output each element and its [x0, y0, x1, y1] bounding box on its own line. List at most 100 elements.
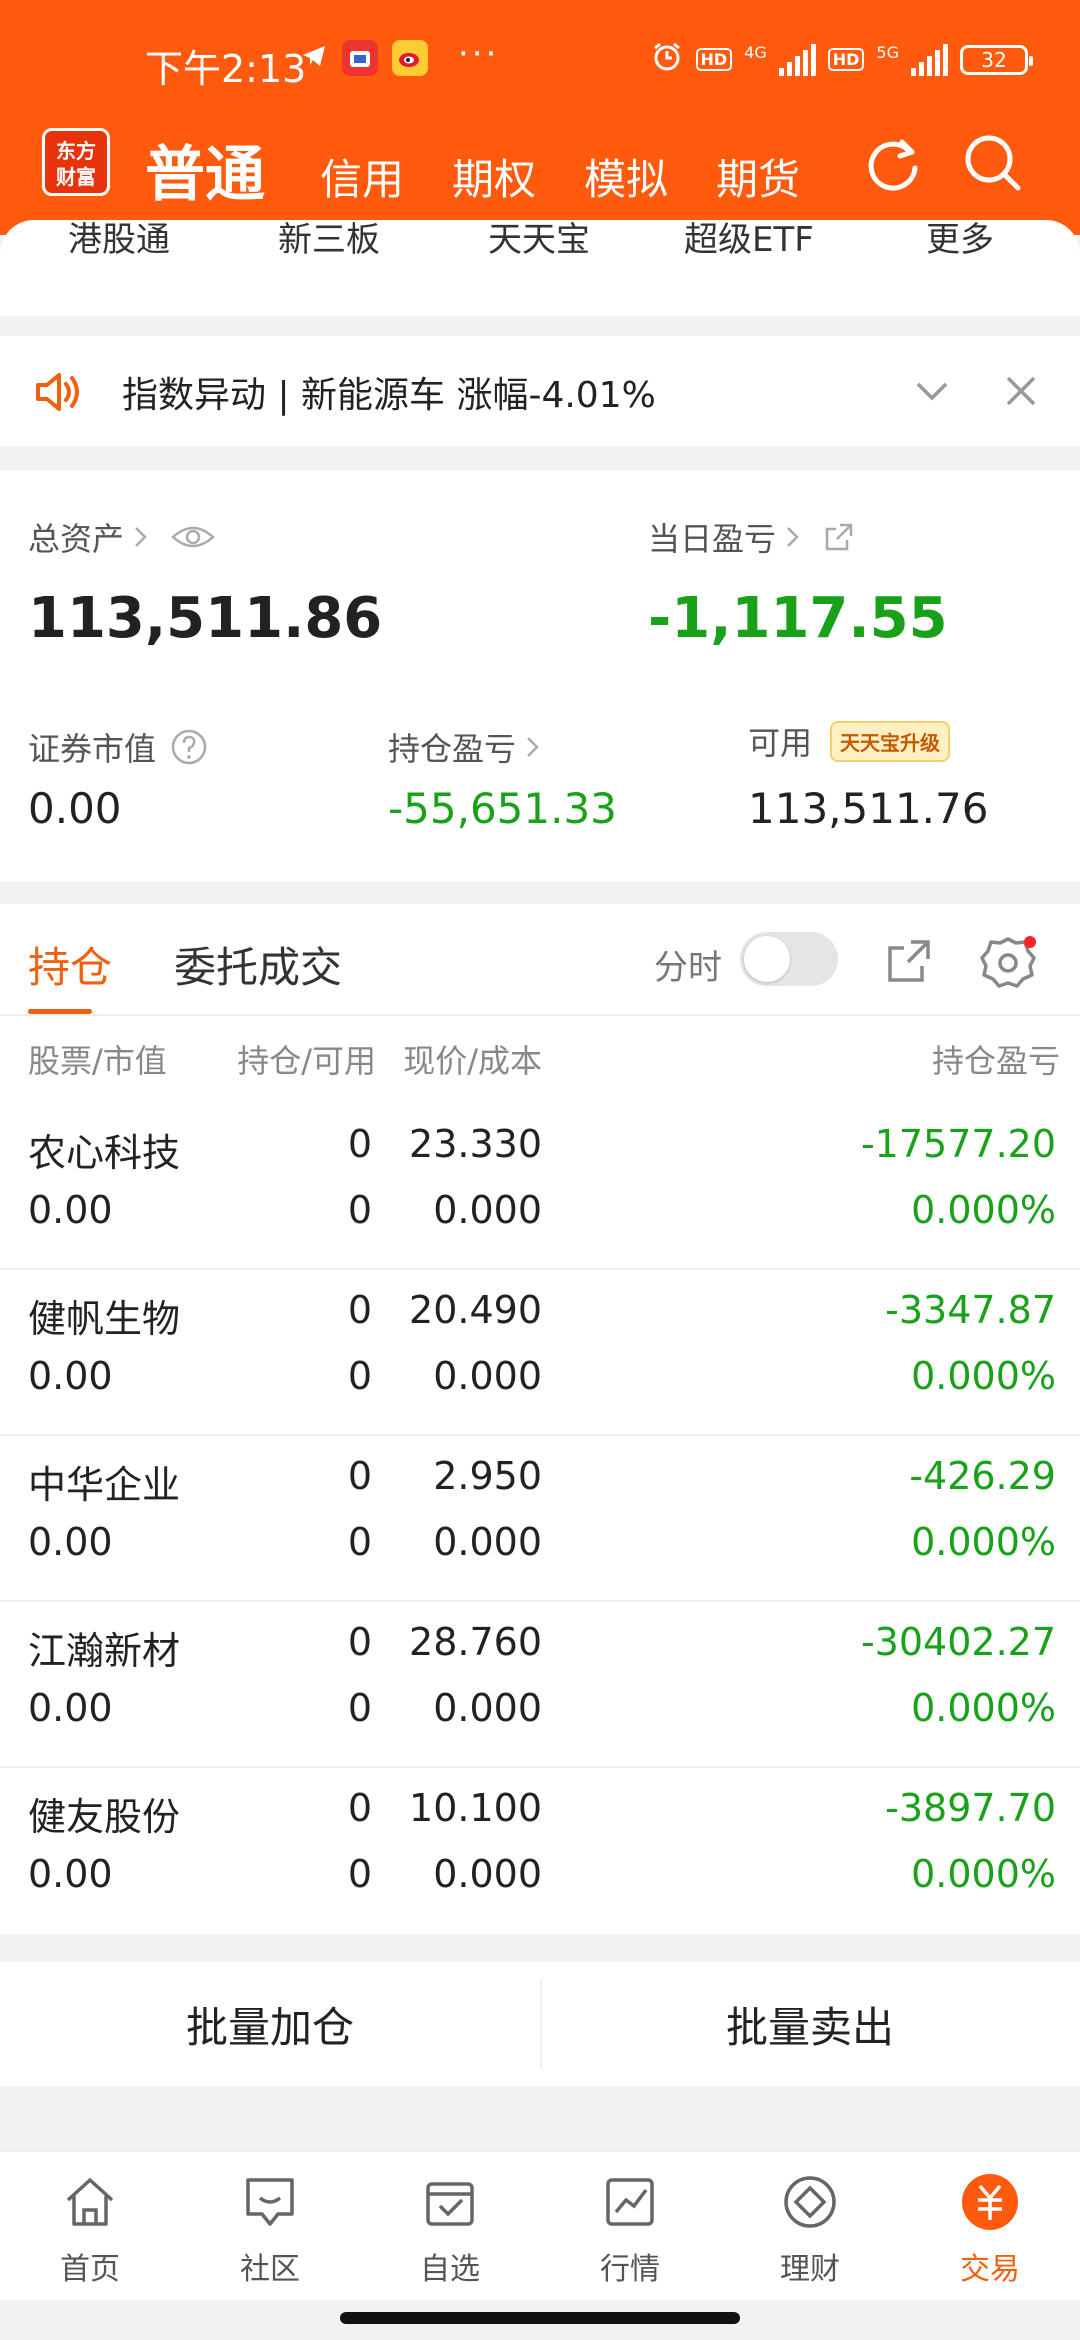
tab-simulation[interactable]: 模拟	[584, 146, 668, 207]
table-row[interactable]: 健友股份 0.00 0 0 10.100 0.000 -3897.70 0.00…	[0, 1768, 1080, 1934]
stock-market-value: 0.00	[28, 1188, 113, 1232]
nav-trade[interactable]: 交易	[900, 2172, 1080, 2292]
current-price: 23.330	[409, 1122, 542, 1166]
nav-wealth-label: 理财	[780, 2252, 840, 2287]
column-header-stock[interactable]: 股票/市值	[28, 1036, 167, 1082]
close-icon[interactable]	[1004, 374, 1038, 412]
nav-wealth[interactable]: 理财	[720, 2172, 900, 2292]
position-pl: -30402.27	[860, 1620, 1056, 1664]
nav-community[interactable]: 社区	[180, 2172, 360, 2292]
tab-options[interactable]: 期权	[452, 146, 536, 207]
available-label-text: 可用	[748, 724, 813, 762]
table-row[interactable]: 中华企业 0.00 0 0 2.950 0.000 -426.29 0.000%	[0, 1436, 1080, 1602]
tab-positions[interactable]: 持仓	[28, 934, 112, 995]
quick-links: 港股通 新三板 天天宝 超级ETF 更多	[0, 220, 1080, 260]
total-assets-label-text: 总资产	[28, 520, 125, 558]
column-header-stock-text: 股票/市值	[28, 1042, 167, 1080]
cost-price: 0.000	[433, 1852, 542, 1896]
watchlist-icon	[426, 2182, 474, 2226]
nav-home[interactable]: 首页	[0, 2172, 180, 2292]
share-icon	[825, 523, 853, 551]
refresh-icon[interactable]	[860, 130, 926, 196]
shopping-app-icon	[342, 40, 378, 76]
hold-qty: 0	[347, 1620, 372, 1664]
position-pl: -426.29	[909, 1454, 1056, 1498]
cost-price: 0.000	[433, 1354, 542, 1398]
chevron-right-icon	[135, 527, 147, 547]
cost-price: 0.000	[433, 1520, 542, 1564]
avail-qty: 0	[347, 1354, 372, 1398]
position-pl-pct: 0.000%	[911, 1852, 1056, 1896]
table-row[interactable]: 江瀚新材 0.00 0 0 28.760 0.000 -30402.27 0.0…	[0, 1602, 1080, 1768]
column-header-price[interactable]: 现价/成本	[403, 1036, 542, 1082]
avail-qty: 0	[347, 1188, 372, 1232]
network-type: 4G	[744, 43, 767, 62]
column-header-pl[interactable]: 持仓盈亏	[932, 1036, 1060, 1082]
batch-add-button[interactable]: 批量加仓	[0, 1962, 540, 2086]
nav-watchlist[interactable]: 自选	[360, 2172, 540, 2292]
logo-text-line1: 东方	[56, 139, 96, 163]
nav-market[interactable]: 行情	[540, 2172, 720, 2292]
home-indicator[interactable]	[340, 2312, 740, 2324]
column-header-hold[interactable]: 持仓/可用	[237, 1036, 376, 1082]
upgrade-badge[interactable]: 天天宝升级	[830, 720, 951, 762]
table-row[interactable]: 健帆生物 0.00 0 0 20.490 0.000 -3347.87 0.00…	[0, 1270, 1080, 1436]
holding-pl-label-text: 持仓盈亏	[388, 730, 517, 768]
stock-market-value: 0.00	[28, 1354, 113, 1398]
position-pl: -17577.20	[860, 1122, 1056, 1166]
help-icon	[171, 729, 207, 765]
settings-icon[interactable]	[980, 934, 1036, 994]
more-notifications-icon: ···	[458, 34, 500, 74]
fenshi-toggle[interactable]	[740, 932, 838, 986]
divider	[0, 1014, 1080, 1016]
status-time: 下午2:13	[145, 47, 307, 91]
bottom-nav: 首页 社区 自选 行情 理财 交易	[0, 2150, 1080, 2300]
toggle-knob	[744, 936, 790, 982]
battery-icon: 32	[960, 44, 1033, 75]
share-icon[interactable]	[884, 936, 934, 990]
search-icon[interactable]	[960, 130, 1026, 196]
daily-pl-value: -1,117.55	[648, 586, 948, 651]
current-price: 2.950	[433, 1454, 542, 1498]
cost-price: 0.000	[433, 1686, 542, 1730]
hold-qty: 0	[347, 1786, 372, 1830]
network-type-2: 5G	[876, 43, 899, 62]
quick-link-neeq[interactable]: 新三板	[278, 212, 380, 261]
tab-orders[interactable]: 委托成交	[174, 934, 342, 995]
avail-qty: 0	[347, 1520, 372, 1564]
weibo-icon	[392, 40, 428, 76]
hd-badge: HD	[695, 48, 733, 71]
holdings-panel: 持仓 委托成交 分时 股票/市值 持仓/可用 现价/成本 持仓盈亏 农心科技 0…	[0, 904, 1080, 1934]
quick-link-tiantianbao[interactable]: 天天宝	[488, 212, 590, 261]
table-row[interactable]: 农心科技 0.00 0 0 23.330 0.000 -17577.20 0.0…	[0, 1104, 1080, 1270]
tab-credit[interactable]: 信用	[320, 146, 404, 207]
total-assets-value: 113,511.86	[28, 586, 383, 651]
batch-sell-button[interactable]: 批量卖出	[540, 1962, 1080, 2086]
quick-links-card: 港股通 新三板 天天宝 超级ETF 更多	[0, 220, 1080, 316]
chart-icon	[606, 2178, 654, 2226]
holding-pl-value: -55,651.33	[388, 784, 617, 833]
yuan-icon	[962, 2174, 1018, 2230]
quick-link-super-etf[interactable]: 超级ETF	[684, 212, 814, 261]
avail-qty: 0	[347, 1852, 372, 1896]
stock-name: 农心科技	[28, 1131, 181, 1175]
tab-futures[interactable]: 期货	[716, 146, 800, 207]
stock-name: 健帆生物	[28, 1297, 181, 1341]
stock-market-value: 0.00	[28, 1686, 113, 1730]
tab-normal[interactable]: 普通	[145, 126, 265, 213]
holding-pl-label[interactable]: 持仓盈亏	[388, 724, 542, 770]
cost-price: 0.000	[433, 1188, 542, 1232]
logo-text-line2: 财富	[56, 165, 96, 189]
total-assets-label[interactable]: 总资产	[28, 514, 216, 560]
notification-icons	[300, 40, 428, 76]
daily-pl-label[interactable]: 当日盈亏	[648, 514, 856, 560]
daily-pl-label-text: 当日盈亏	[648, 520, 777, 558]
chevron-down-icon[interactable]	[914, 376, 950, 410]
nav-trade-label: 交易	[960, 2252, 1020, 2287]
notice-banner[interactable]: 指数异动 | 新能源车 涨幅-4.01%	[0, 336, 1080, 446]
alarm-icon	[650, 40, 684, 79]
quick-link-more[interactable]: 更多	[926, 212, 994, 261]
nav-community-label: 社区	[240, 2252, 300, 2287]
quick-link-hk-connect[interactable]: 港股通	[68, 212, 170, 261]
hold-qty: 0	[347, 1288, 372, 1332]
